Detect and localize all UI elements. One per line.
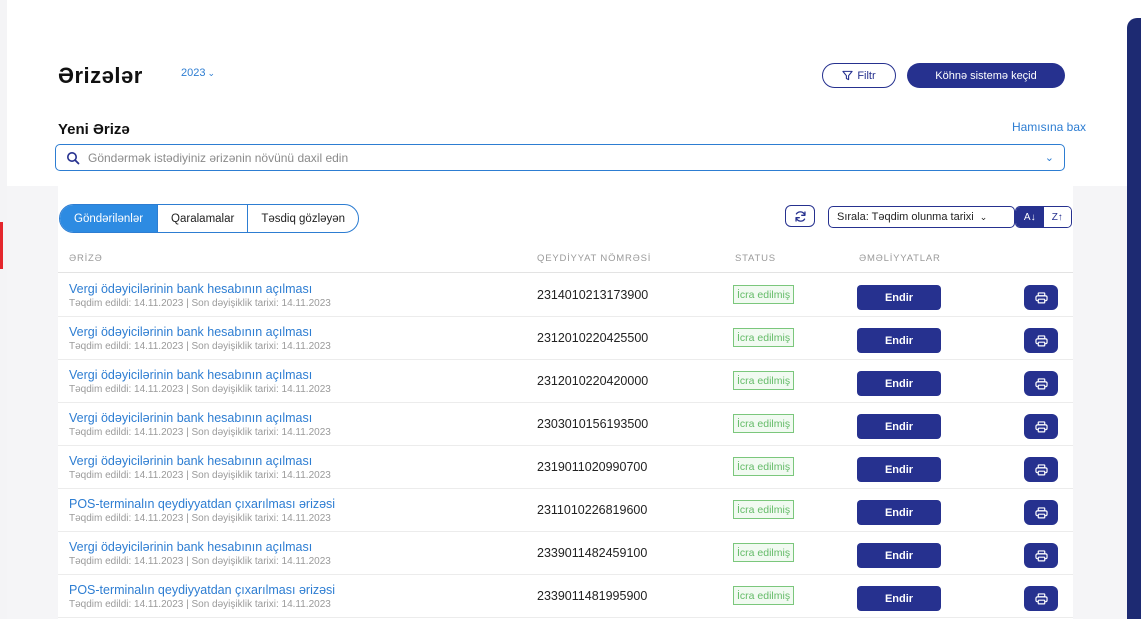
- filter-button[interactable]: Filtr: [822, 63, 896, 88]
- printer-icon: [1034, 592, 1048, 605]
- status-badge: İcra edilmiş: [733, 285, 795, 304]
- table-row: Vergi ödəyicilərinin bank hesabının açıl…: [58, 273, 1073, 317]
- chevron-down-icon: ⌄: [207, 68, 216, 78]
- download-button[interactable]: Endir: [857, 371, 941, 396]
- download-button[interactable]: Endir: [857, 285, 941, 310]
- application-title-link[interactable]: Vergi ödəyicilərinin bank hesabının açıl…: [69, 411, 312, 425]
- print-button[interactable]: [1024, 543, 1058, 568]
- application-dates: Təqdim edildi: 14.11.2023 | Son dəyişikl…: [69, 599, 331, 610]
- application-dates: Təqdim edildi: 14.11.2023 | Son dəyişikl…: [69, 341, 331, 352]
- registration-number: 2311010226819600: [537, 503, 648, 517]
- status-badge: İcra edilmiş: [733, 500, 795, 519]
- status-badge: İcra edilmiş: [733, 457, 795, 476]
- year-select[interactable]: 2023 ⌄: [181, 67, 215, 79]
- table-row: Vergi ödəyicilərinin bank hesabının açıl…: [58, 359, 1073, 403]
- status-badge: İcra edilmiş: [733, 586, 795, 605]
- refresh-icon: [794, 210, 806, 222]
- printer-icon: [1034, 377, 1048, 390]
- application-title-link[interactable]: Vergi ödəyicilərinin bank hesabının açıl…: [69, 540, 312, 554]
- printer-icon: [1034, 506, 1048, 519]
- refresh-button[interactable]: [785, 205, 815, 227]
- application-title-link[interactable]: POS-terminalın qeydiyyatdan çıxarılması …: [69, 497, 335, 511]
- registration-number: 2314010213173900: [537, 288, 649, 302]
- year-value: 2023: [181, 67, 206, 79]
- right-sidebar-edge: [1127, 18, 1141, 619]
- print-button[interactable]: [1024, 586, 1058, 611]
- download-button[interactable]: Endir: [857, 328, 941, 353]
- registration-number: 2312010220420000: [537, 374, 649, 388]
- registration-number: 2312010220425500: [537, 331, 649, 345]
- application-title-link[interactable]: Vergi ödəyicilərinin bank hesabının açıl…: [69, 282, 312, 296]
- sort-descending-button[interactable]: Z↑: [1043, 207, 1071, 227]
- download-button[interactable]: Endir: [857, 586, 941, 611]
- filter-icon: [842, 70, 853, 81]
- download-button[interactable]: Endir: [857, 414, 941, 439]
- registration-number: 2319011020990700: [537, 460, 648, 474]
- column-header-actions: ƏMƏLİYYATLAR: [859, 253, 941, 264]
- tab-drafts[interactable]: Qaralamalar: [157, 205, 247, 232]
- sort-ascending-button[interactable]: A↓: [1016, 207, 1044, 227]
- registration-number: 2339011482459100: [537, 546, 648, 560]
- download-button[interactable]: Endir: [857, 500, 941, 525]
- application-dates: Təqdim edildi: 14.11.2023 | Son dəyişikl…: [69, 298, 331, 309]
- search-icon: [67, 151, 80, 164]
- tab-bar: Göndərilənlər Qaralamalar Təsdiq gözləyə…: [59, 204, 360, 233]
- status-badge: İcra edilmiş: [733, 371, 795, 390]
- chevron-down-icon: ⌄: [979, 211, 988, 222]
- printer-icon: [1034, 420, 1048, 433]
- table-row: Vergi ödəyicilərinin bank hesabının açıl…: [58, 316, 1073, 360]
- sort-direction-group: A↓ Z↑: [1015, 206, 1072, 228]
- printer-icon: [1034, 291, 1048, 304]
- new-application-title: Yeni Ərizə: [58, 121, 130, 138]
- application-title-link[interactable]: Vergi ödəyicilərinin bank hesabının açıl…: [69, 325, 312, 339]
- application-dates: Təqdim edildi: 14.11.2023 | Son dəyişikl…: [69, 470, 331, 481]
- printer-icon: [1034, 549, 1048, 562]
- search-placeholder: Göndərmək istədiyiniz ərizənin növünü da…: [88, 150, 349, 165]
- table-row: POS-terminalın qeydiyyatdan çıxarılması …: [58, 574, 1073, 618]
- print-button[interactable]: [1024, 328, 1058, 353]
- page-title: Ərizələr: [58, 63, 143, 88]
- tab-pending-approval[interactable]: Təsdiq gözləyən: [247, 205, 358, 232]
- application-dates: Təqdim edildi: 14.11.2023 | Son dəyişikl…: [69, 427, 331, 438]
- application-dates: Təqdim edildi: 14.11.2023 | Son dəyişikl…: [69, 556, 331, 567]
- application-title-link[interactable]: Vergi ödəyicilərinin bank hesabının açıl…: [69, 454, 312, 468]
- old-system-button[interactable]: Köhnə sistemə keçid: [907, 63, 1065, 88]
- application-title-link[interactable]: POS-terminalın qeydiyyatdan çıxarılması …: [69, 583, 335, 597]
- printer-icon: [1034, 463, 1048, 476]
- application-dates: Təqdim edildi: 14.11.2023 | Son dəyişikl…: [69, 384, 331, 395]
- application-title-link[interactable]: Vergi ödəyicilərinin bank hesabının açıl…: [69, 368, 312, 382]
- chevron-down-icon[interactable]: ⌄: [1045, 151, 1054, 164]
- sort-select[interactable]: Sırala: Təqdim olunma tarixi ⌄: [828, 206, 1015, 228]
- download-button[interactable]: Endir: [857, 457, 941, 482]
- print-button[interactable]: [1024, 457, 1058, 482]
- print-button[interactable]: [1024, 371, 1058, 396]
- status-badge: İcra edilmiş: [733, 543, 795, 562]
- table-row: Vergi ödəyicilərinin bank hesabının açıl…: [58, 531, 1073, 575]
- application-type-search[interactable]: Göndərmək istədiyiniz ərizənin növünü da…: [55, 144, 1065, 171]
- registration-number: 2339011481995900: [537, 589, 648, 603]
- print-button[interactable]: [1024, 500, 1058, 525]
- sort-label: Sırala: Təqdim olunma tarixi: [837, 211, 974, 223]
- status-badge: İcra edilmiş: [733, 328, 795, 347]
- column-header-application: ƏRİZƏ: [69, 253, 103, 264]
- printer-icon: [1034, 334, 1048, 347]
- left-gutter: [0, 0, 7, 619]
- tab-sent[interactable]: Göndərilənlər: [60, 205, 158, 232]
- print-button[interactable]: [1024, 285, 1058, 310]
- application-dates: Təqdim edildi: 14.11.2023 | Son dəyişikl…: [69, 513, 331, 524]
- download-button[interactable]: Endir: [857, 543, 941, 568]
- table-row: POS-terminalın qeydiyyatdan çıxarılması …: [58, 488, 1073, 532]
- registration-number: 2303010156193500: [537, 417, 649, 431]
- active-marker: [0, 222, 3, 269]
- status-badge: İcra edilmiş: [733, 414, 795, 433]
- table-row: Vergi ödəyicilərinin bank hesabının açıl…: [58, 402, 1073, 446]
- print-button[interactable]: [1024, 414, 1058, 439]
- filter-label: Filtr: [857, 69, 876, 82]
- column-header-status: STATUS: [735, 253, 776, 264]
- see-all-link[interactable]: Hamısına bax: [1012, 120, 1086, 134]
- column-header-reg-number: QEYDİYYAT NÖMRƏSİ: [537, 253, 652, 264]
- table-row: Vergi ödəyicilərinin bank hesabının açıl…: [58, 445, 1073, 489]
